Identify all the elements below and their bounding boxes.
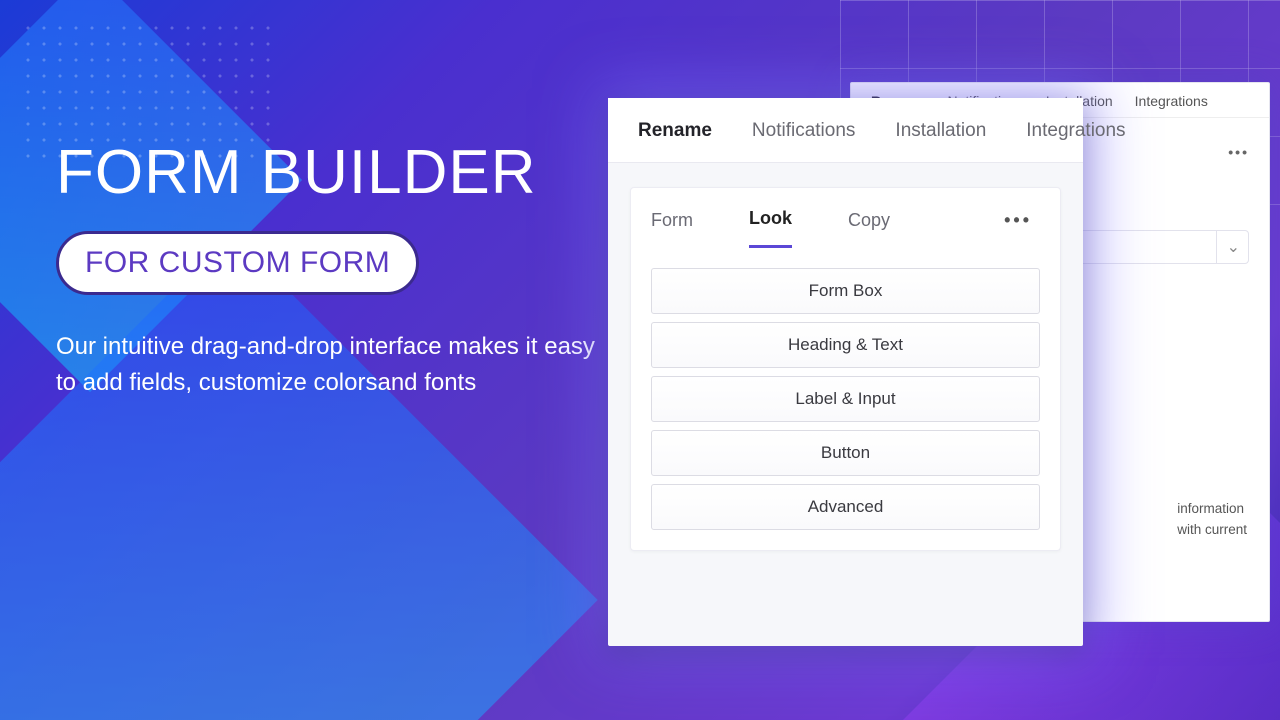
tab-integrations[interactable]: Integrations <box>1135 93 1208 109</box>
look-options: Form Box Heading & Text Label & Input Bu… <box>631 248 1060 530</box>
tab-form[interactable]: Form <box>651 210 693 247</box>
more-icon[interactable]: ••• <box>1004 210 1040 247</box>
promo-stage: FORM BUILDER FOR CUSTOM FORM Our intuiti… <box>0 0 1280 720</box>
opt-advanced[interactable]: Advanced <box>651 484 1040 530</box>
more-icon[interactable]: ••• <box>1228 144 1249 160</box>
tab-notifications[interactable]: Notifications <box>752 120 856 142</box>
description: Our intuitive drag-and-drop interface ma… <box>56 329 596 401</box>
text-fragment: with current <box>1177 519 1247 541</box>
builder-topbar: Rename Notifications Installation Integr… <box>608 98 1083 163</box>
text-fragment: information <box>1177 498 1247 520</box>
tab-rename[interactable]: Rename <box>638 120 712 142</box>
opt-heading-text[interactable]: Heading & Text <box>651 322 1040 368</box>
opt-form-box[interactable]: Form Box <box>651 268 1040 314</box>
builder-tabs: Rename Notifications Installation Integr… <box>608 98 1083 162</box>
builder-card: Rename Notifications Installation Integr… <box>608 98 1083 646</box>
tab-integrations[interactable]: Integrations <box>1026 120 1125 142</box>
subhead-pill: FOR CUSTOM FORM <box>56 231 419 295</box>
desc-line: Our intuitive drag-and-drop interface ma… <box>56 329 596 365</box>
opt-label-input[interactable]: Label & Input <box>651 376 1040 422</box>
chevron-down-icon: ⌄ <box>1216 231 1240 263</box>
tab-installation[interactable]: Installation <box>895 120 986 142</box>
inner-tabs: Form Look Copy ••• <box>631 188 1060 248</box>
tab-look[interactable]: Look <box>749 208 792 248</box>
helper-text: information with current <box>1177 498 1247 541</box>
headline: FORM BUILDER <box>56 140 616 205</box>
opt-button[interactable]: Button <box>651 430 1040 476</box>
desc-line: to add fields, customize colorsand fonts <box>56 365 596 401</box>
look-panel: Form Look Copy ••• Form Box Heading & Te… <box>630 187 1061 551</box>
tab-copy[interactable]: Copy <box>848 210 890 247</box>
marketing-copy: FORM BUILDER FOR CUSTOM FORM Our intuiti… <box>56 140 616 401</box>
